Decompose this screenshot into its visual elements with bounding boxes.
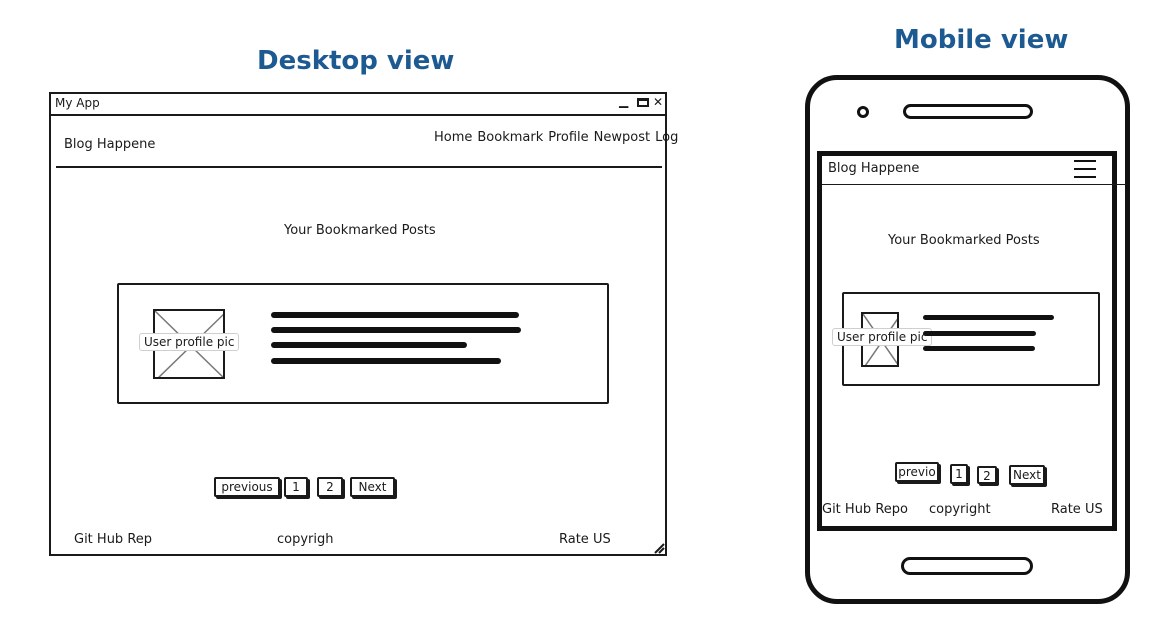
window-title: My App xyxy=(55,96,100,110)
mobile-profile-image-label: User profile pic xyxy=(832,328,933,346)
phone-screen: Blog Happene Your Bookmarked Posts User … xyxy=(817,151,1127,531)
mobile-footer-github-link[interactable]: Git Hub Repo xyxy=(822,502,908,517)
hamburger-menu-icon[interactable] xyxy=(1074,160,1096,178)
post-text-line xyxy=(271,327,521,333)
mobile-pagination-page-1[interactable]: 1 xyxy=(950,464,968,484)
footer-github-link[interactable]: Git Hub Rep xyxy=(74,532,152,547)
mobile-pagination-page-2[interactable]: 2 xyxy=(977,466,997,484)
maximize-icon[interactable] xyxy=(637,98,649,107)
post-text-line xyxy=(271,342,467,348)
pagination-next-button[interactable]: Next xyxy=(350,477,395,497)
footer-copyright: copyrigh xyxy=(277,532,334,547)
nav-bookmark[interactable]: Bookmark xyxy=(477,130,543,145)
nav-newpost[interactable]: Newpost xyxy=(594,130,650,145)
mobile-header-divider xyxy=(822,184,1127,185)
post-card[interactable]: User profile pic xyxy=(117,283,609,404)
footer-rate-us-link[interactable]: Rate US xyxy=(559,532,611,547)
pagination-page-1[interactable]: 1 xyxy=(284,477,308,497)
mobile-pagination-next-button[interactable]: Next xyxy=(1009,465,1045,485)
page-heading: Your Bookmarked Posts xyxy=(284,223,436,238)
brand-logo[interactable]: Blog Happene xyxy=(64,137,155,152)
phone-home-button[interactable] xyxy=(901,557,1033,575)
mobile-brand-logo[interactable]: Blog Happene xyxy=(828,161,919,176)
phone-camera xyxy=(857,106,869,118)
profile-image-label: User profile pic xyxy=(139,333,240,351)
mobile-view-title: Mobile view xyxy=(894,25,1069,55)
resize-handle-icon[interactable] xyxy=(653,542,665,554)
mobile-footer-copyright: copyright xyxy=(929,502,991,517)
window-titlebar: My App ▁ ✕ xyxy=(51,94,665,116)
nav-home[interactable]: Home xyxy=(434,130,472,145)
phone-speaker xyxy=(903,104,1033,119)
desktop-window: My App ▁ ✕ Blog Happene Home Bookmark Pr… xyxy=(49,92,678,556)
post-text-line xyxy=(271,358,501,364)
desktop-view-title: Desktop view xyxy=(257,46,455,76)
mobile-post-card[interactable]: User profile pic xyxy=(832,292,1100,386)
mobile-post-text-line xyxy=(923,346,1035,351)
mobile-page-heading: Your Bookmarked Posts xyxy=(888,233,1040,248)
header-divider xyxy=(56,166,662,168)
post-text-line xyxy=(271,312,519,318)
pagination-previous-button[interactable]: previous xyxy=(214,477,280,497)
minimize-icon[interactable]: ▁ xyxy=(619,94,628,108)
mobile-pagination-previous-button[interactable]: previo xyxy=(895,462,939,482)
mobile-post-text-line xyxy=(923,315,1054,320)
mobile-footer-rate-us-link[interactable]: Rate US xyxy=(1051,502,1103,517)
pagination-page-2[interactable]: 2 xyxy=(317,477,343,497)
close-icon[interactable]: ✕ xyxy=(653,95,663,109)
mobile-post-text-line xyxy=(923,331,1036,336)
nav-profile[interactable]: Profile xyxy=(548,130,588,145)
nav-log[interactable]: Log xyxy=(655,130,678,145)
top-nav: Home Bookmark Profile Newpost Log xyxy=(434,130,678,145)
